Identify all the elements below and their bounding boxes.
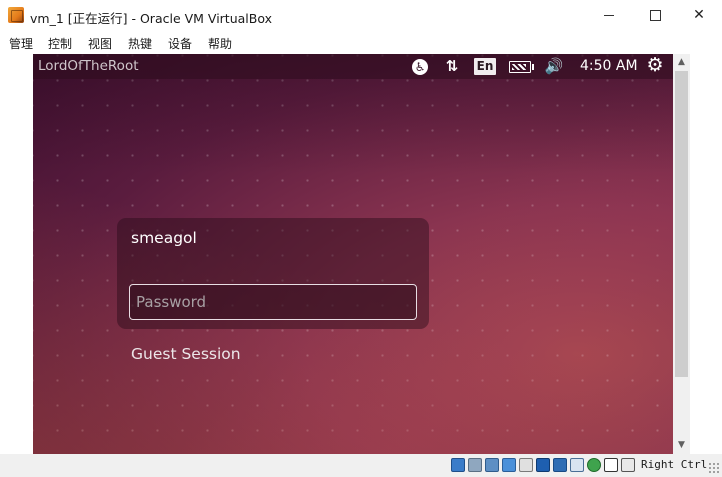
virtualbox-window: vm_1 [正在运行] - Oracle VM VirtualBox ✕ 管理 … — [0, 0, 722, 477]
window-title: vm_1 [正在运行] - Oracle VM VirtualBox — [30, 11, 272, 26]
mouse-integration-icon[interactable] — [604, 458, 618, 472]
usb-icon[interactable] — [519, 458, 533, 472]
accessibility-icon[interactable]: ♿ — [410, 57, 430, 76]
volume-icon[interactable]: 🔊 — [542, 57, 566, 76]
scroll-up-button[interactable]: ▲ — [673, 54, 690, 71]
gear-power-icon[interactable]: ⚙ — [645, 56, 665, 75]
keyboard-capture-icon[interactable] — [621, 458, 635, 472]
scroll-thumb[interactable] — [675, 71, 688, 377]
menu-hotkey[interactable]: 热键 — [128, 35, 152, 52]
optical-drive-icon[interactable] — [468, 458, 482, 472]
status-icons — [451, 458, 635, 473]
resize-grip[interactable] — [708, 462, 720, 474]
scroll-down-button[interactable]: ▼ — [673, 437, 690, 454]
minimize-icon — [604, 14, 614, 16]
status-bar: Right Ctrl — [0, 454, 722, 477]
ubuntu-top-panel: LordOfTheRoot ♿ ⇅ En 🔊 4:50 AM ⚙ — [33, 54, 673, 79]
host-key-label: Right Ctrl — [641, 458, 708, 471]
clock[interactable]: 4:50 AM — [580, 58, 638, 74]
menu-view[interactable]: 视图 — [88, 35, 112, 52]
menu-help[interactable]: 帮助 — [208, 35, 232, 52]
audio-icon[interactable] — [485, 458, 499, 472]
network-updown-icon[interactable]: ⇅ — [441, 57, 463, 76]
menu-manage[interactable]: 管理 — [9, 35, 33, 52]
video-capture-icon[interactable] — [570, 458, 584, 472]
hard-disk-icon[interactable] — [451, 458, 465, 472]
guest-session-option[interactable]: Guest Session — [131, 345, 241, 363]
hostname-label: LordOfTheRoot — [38, 58, 139, 74]
cpu-virtualization-icon[interactable] — [587, 458, 601, 472]
username-label[interactable]: smeagol — [131, 229, 197, 247]
minimize-button[interactable] — [586, 0, 632, 31]
login-box: smeagol — [117, 218, 429, 329]
vm-display[interactable]: LordOfTheRoot ♿ ⇅ En 🔊 4:50 AM ⚙ smeagol… — [33, 54, 673, 454]
maximize-icon — [649, 9, 661, 21]
vertical-scrollbar[interactable]: ▲ ▼ — [673, 54, 690, 454]
menu-control[interactable]: 控制 — [48, 35, 72, 52]
password-field[interactable] — [129, 284, 417, 320]
display-icon[interactable] — [553, 458, 567, 472]
virtualbox-icon — [8, 7, 24, 23]
maximize-button[interactable] — [632, 0, 678, 31]
battery-icon[interactable] — [509, 61, 534, 73]
network-icon[interactable] — [502, 458, 516, 472]
keyboard-layout-indicator[interactable]: En — [474, 58, 496, 75]
menu-devices[interactable]: 设备 — [168, 35, 192, 52]
title-bar[interactable]: vm_1 [正在运行] - Oracle VM VirtualBox ✕ — [0, 0, 722, 31]
close-button[interactable]: ✕ — [676, 0, 722, 31]
close-icon: ✕ — [693, 7, 705, 23]
shared-folders-icon[interactable] — [536, 458, 550, 472]
menu-bar: 管理 控制 视图 热键 设备 帮助 — [0, 31, 722, 53]
